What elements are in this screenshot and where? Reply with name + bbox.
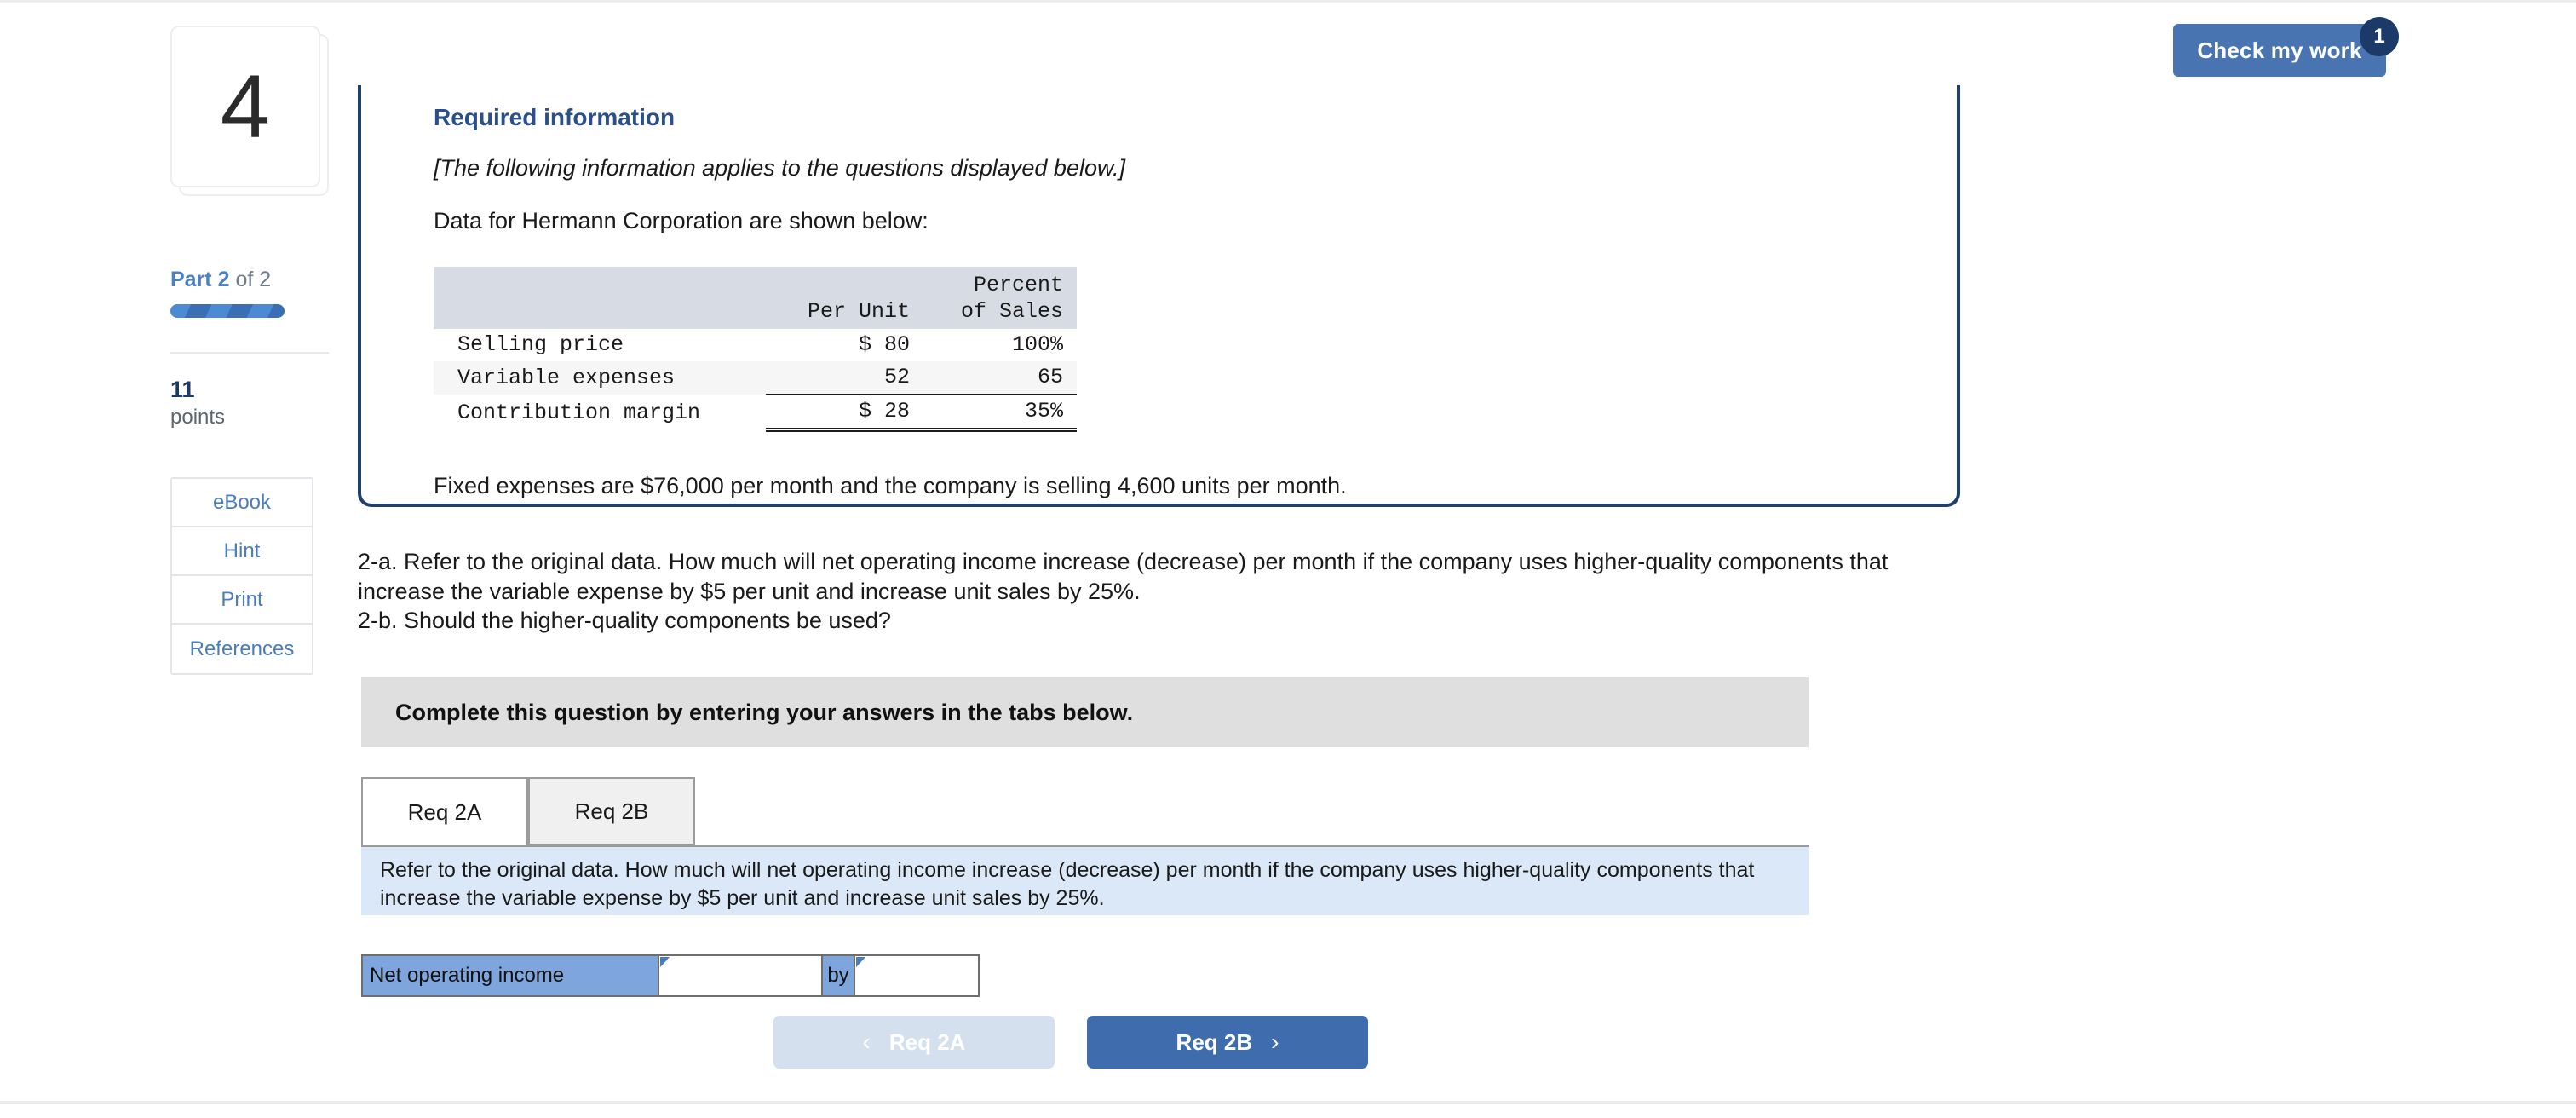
references-button[interactable]: References (172, 625, 312, 674)
question-2a: 2-a. Refer to the original data. How muc… (358, 549, 1889, 604)
table-row: Variable expenses 52 65 (434, 360, 1077, 395)
instruction-bar: Complete this question by entering your … (361, 677, 1809, 747)
part-progress-bar (170, 303, 285, 318)
part-indicator: Part 2 of 2 (170, 268, 329, 292)
table-row: Contribution margin $ 28 35% (434, 394, 1077, 432)
table-header-blank (434, 267, 766, 329)
table-header-per-unit: Per Unit (766, 267, 923, 329)
row-per-unit-variable-expenses: 52 (766, 360, 923, 395)
answer-input-amount[interactable] (854, 954, 980, 997)
required-information-title: Required information (434, 104, 676, 130)
chevron-right-icon: › (1271, 1029, 1279, 1055)
required-information-box: Required information [The following info… (358, 85, 1960, 507)
next-requirement-label: Req 2B (1176, 1029, 1253, 1055)
tool-button-list: eBook Hint Print References (170, 477, 313, 676)
row-percent-selling-price: 100% (1011, 331, 1063, 357)
requirement-tabs: Req 2A Req 2B (361, 777, 1809, 845)
row-percent-contribution-margin: 35% (923, 394, 1077, 432)
bottom-divider (0, 1101, 2576, 1104)
check-my-work-badge: 1 (2360, 17, 2399, 56)
row-label-selling-price: Selling price (457, 331, 624, 357)
answer-connector-by: by (821, 954, 855, 997)
part-total: of 2 (229, 268, 272, 291)
top-divider (0, 0, 2576, 3)
question-card-front: 4 (170, 26, 320, 187)
question-2b: 2-b. Should the higher-quality component… (358, 608, 891, 634)
fixed-expenses-text: Fixed expenses are $76,000 per month and… (434, 472, 1347, 498)
points-label: points (170, 406, 226, 429)
ebook-button[interactable]: eBook (172, 479, 312, 528)
question-number: 4 (220, 56, 271, 157)
answer-input-direction[interactable] (658, 954, 823, 997)
row-label-contribution-margin: Contribution margin (457, 401, 701, 425)
check-my-work-container: Check my work 1 (2173, 17, 2399, 77)
question-prompt: 2-a. Refer to the original data. How muc… (358, 547, 1951, 636)
requirement-navigation: ‹ Req 2A Req 2B › (773, 1016, 1368, 1069)
prev-requirement-label: Req 2A (888, 1029, 966, 1055)
contribution-margin-table: Per Unit Percent of Sales Selling price $… (434, 267, 1077, 432)
check-my-work-button[interactable]: Check my work (2173, 24, 2386, 77)
points-value: 11 (170, 376, 195, 402)
part-current: 2 (217, 268, 230, 291)
sidebar-divider-1 (170, 351, 329, 354)
question-card-stack: 4 (170, 26, 329, 196)
table-header-percent-line2: of Sales (960, 299, 1063, 325)
tab-req-2b[interactable]: Req 2B (528, 777, 695, 845)
answer-row: Net operating income by (361, 954, 980, 997)
row-label-variable-expenses: Variable expenses (434, 360, 766, 395)
answer-label-net-operating-income: Net operating income (361, 954, 659, 997)
instruction-text: Complete this question by entering your … (395, 699, 1134, 725)
exercise-page: Check my work 1 4 Part 2 of 2 11 points … (0, 0, 2576, 1118)
table-header-row: Per Unit Percent of Sales (434, 267, 1077, 329)
prev-requirement-button[interactable]: ‹ Req 2A (773, 1016, 1055, 1069)
part-prefix: Part (170, 268, 218, 291)
required-information-note: [The following information applies to th… (434, 155, 1125, 181)
row-per-unit-contribution-margin: $ 28 (766, 394, 923, 432)
print-button[interactable]: Print (172, 576, 312, 625)
row-per-unit-selling-price: $ 80 (858, 331, 910, 357)
next-requirement-button[interactable]: Req 2B › (1087, 1016, 1368, 1069)
table-row: Selling price $ 80 100% (434, 329, 1077, 361)
data-intro-text: Data for Hermann Corporation are shown b… (434, 208, 929, 233)
requirement-description-panel: Refer to the original data. How much wil… (361, 845, 1809, 915)
question-sidebar: 4 Part 2 of 2 11 points eBook Hint Print… (170, 26, 329, 676)
row-percent-variable-expenses: 65 (923, 360, 1077, 395)
hint-button[interactable]: Hint (172, 527, 312, 577)
chevron-left-icon: ‹ (862, 1029, 871, 1055)
requirement-description-text: Refer to the original data. How much wil… (380, 858, 1755, 910)
table-header-percent-of-sales: Percent of Sales (923, 267, 1077, 329)
tab-req-2a[interactable]: Req 2A (361, 777, 528, 845)
table-header-percent-line1: Percent (973, 273, 1063, 297)
